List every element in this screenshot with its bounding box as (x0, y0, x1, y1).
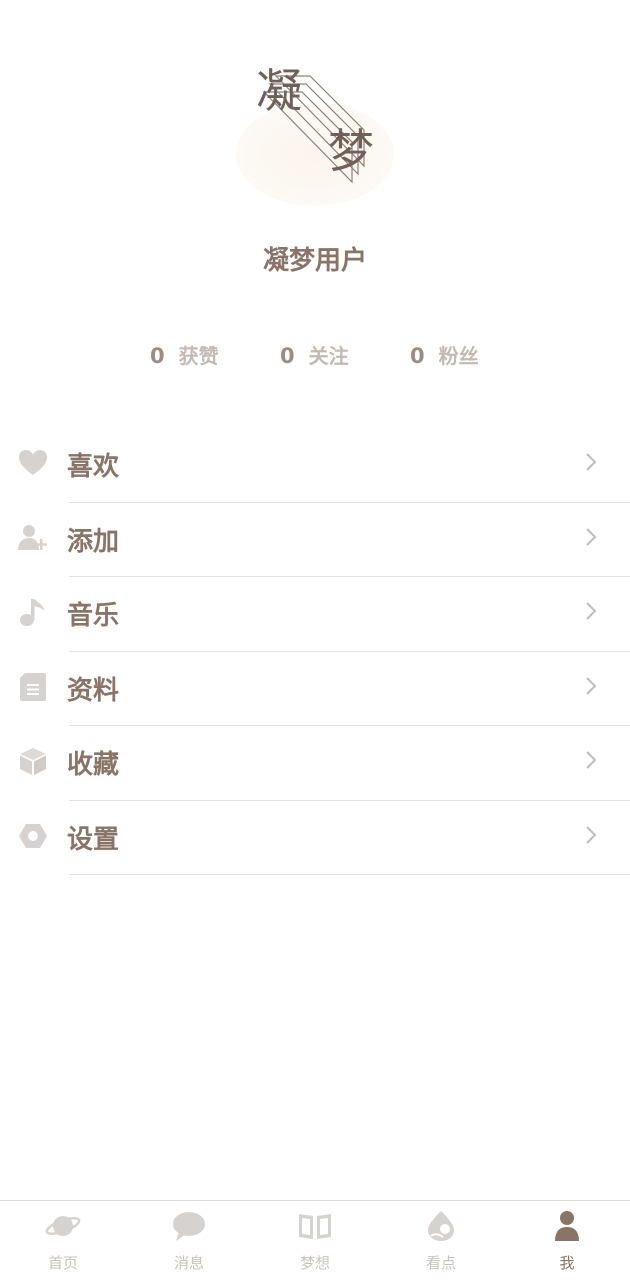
tab-highlights[interactable]: 看点 (378, 1201, 504, 1280)
logo-char-meng: 梦 (328, 124, 374, 178)
chevron-right-icon (586, 751, 597, 769)
menu-item-settings[interactable]: 设置 (0, 801, 630, 875)
stat-followers-label: 粉丝 (438, 344, 479, 368)
bottom-tab-bar: 首页 消息 梦想 看点 我 (0, 1200, 630, 1280)
music-note-icon (20, 599, 44, 626)
tab-dreams-label: 梦想 (299, 1254, 330, 1272)
logo-char-ning: 凝 (256, 64, 302, 118)
menu-item-documents[interactable]: 资料 (0, 652, 630, 726)
add-user-icon (18, 524, 47, 550)
app-logo: 凝 梦 (232, 62, 398, 206)
menu-item-favorites-label: 收藏 (67, 750, 120, 780)
menu-item-likes[interactable]: 喜欢 (0, 428, 630, 503)
stat-likes[interactable]: 0 获赞 (150, 340, 219, 369)
chevron-right-icon (586, 602, 597, 620)
profile-menu: 喜欢 添加 音乐 资料 收藏 设置 (0, 428, 630, 875)
chevron-right-icon (586, 825, 597, 844)
book-icon (299, 1214, 331, 1239)
stat-following-count: 0 (280, 344, 295, 368)
stat-following[interactable]: 0 关注 (280, 340, 349, 369)
drop-icon (428, 1211, 454, 1241)
chevron-right-icon (586, 453, 597, 471)
tab-me[interactable]: 我 (504, 1201, 630, 1280)
menu-divider (69, 874, 630, 875)
tab-messages[interactable]: 消息 (126, 1201, 252, 1280)
tab-highlights-label: 看点 (425, 1254, 456, 1272)
menu-item-music-label: 音乐 (67, 601, 120, 631)
planet-icon (45, 1216, 81, 1236)
stat-likes-label: 获赞 (178, 344, 219, 368)
heart-icon (19, 450, 47, 475)
chevron-right-icon (586, 527, 597, 546)
menu-item-settings-label: 设置 (67, 824, 120, 855)
tab-messages-label: 消息 (173, 1254, 204, 1272)
stat-followers-count: 0 (410, 344, 425, 368)
stat-followers[interactable]: 0 粉丝 (410, 340, 479, 369)
tab-dreams[interactable]: 梦想 (252, 1201, 378, 1280)
person-icon (555, 1211, 579, 1241)
settings-icon (19, 823, 47, 848)
box-icon (20, 748, 46, 775)
document-icon (20, 672, 46, 701)
menu-item-music[interactable]: 音乐 (0, 577, 630, 652)
chevron-right-icon (586, 676, 597, 695)
stat-likes-count: 0 (150, 344, 165, 368)
menu-item-favorites[interactable]: 收藏 (0, 726, 630, 801)
stat-following-label: 关注 (308, 344, 349, 368)
tab-me-label: 我 (559, 1254, 575, 1272)
stats-bar: 0 获赞 0 关注 0 粉丝 (0, 340, 630, 370)
username: 凝梦用户 (262, 246, 367, 276)
menu-item-add[interactable]: 添加 (0, 503, 630, 577)
menu-item-likes-label: 喜欢 (67, 452, 120, 482)
menu-item-documents-label: 资料 (67, 675, 120, 706)
tab-home-label: 首页 (47, 1254, 78, 1272)
tab-home[interactable]: 首页 (0, 1201, 126, 1280)
menu-item-add-label: 添加 (67, 526, 120, 557)
chat-bubble-icon (173, 1212, 205, 1241)
